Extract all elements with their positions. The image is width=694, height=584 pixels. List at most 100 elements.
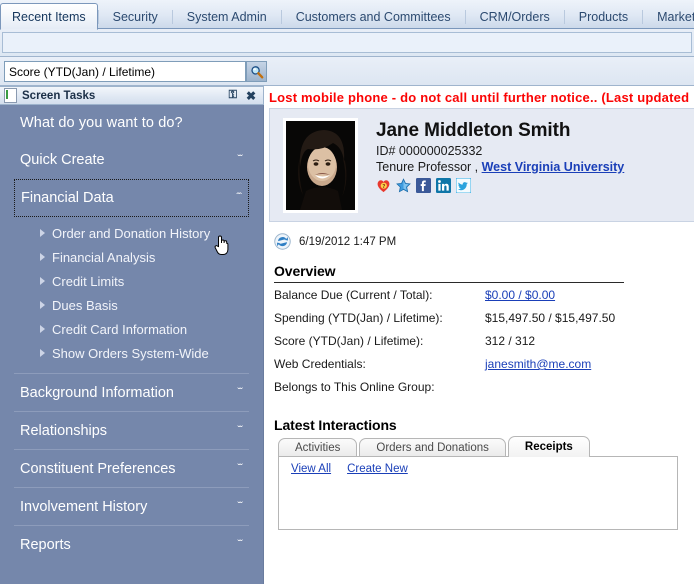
main-content: Lost mobile phone - do not call until fu…: [265, 86, 694, 584]
tab-orders-and-donations[interactable]: Orders and Donations: [359, 438, 506, 457]
tab-marketing[interactable]: Marketing: [643, 5, 694, 29]
main-tab-strip: Recent Items Security System Admin Custo…: [0, 0, 694, 30]
sidebar-section-relationships[interactable]: Relationships ˇˇ: [14, 411, 249, 449]
facebook-icon[interactable]: [416, 177, 431, 193]
sidebar-question: What do you want to do?: [20, 115, 183, 131]
tab-security[interactable]: Security: [99, 5, 172, 29]
tab-products[interactable]: Products: [565, 5, 642, 29]
overview-row: Balance Due (Current / Total): $0.00 / $…: [274, 288, 694, 311]
create-new-link[interactable]: Create New: [347, 463, 408, 475]
search-button[interactable]: [246, 61, 267, 82]
balance-due-link[interactable]: $0.00 / $0.00: [485, 288, 555, 302]
arrow-right-icon: [40, 253, 45, 261]
sidebar-section-label: Relationships: [20, 422, 108, 439]
sidebar-section-quick-create[interactable]: Quick Create ˇˇ: [14, 141, 249, 179]
overview-row: Belongs to This Online Group:: [274, 380, 694, 403]
timestamp-text: 6/19/2012 1:47 PM: [299, 235, 397, 248]
screen-tasks-title: Screen Tasks: [22, 89, 96, 102]
tab-recent-items[interactable]: Recent Items: [0, 3, 98, 30]
interactions-links: View All Create New: [291, 463, 677, 475]
tab-activities[interactable]: Activities: [278, 438, 358, 457]
sidebar-item-credit-card-information[interactable]: Credit Card Information: [0, 317, 263, 341]
profile-role-text: Tenure Professor ,: [376, 159, 482, 174]
view-all-link[interactable]: View All: [291, 463, 331, 475]
avatar: [283, 118, 358, 213]
magnifier-icon: [250, 65, 263, 79]
sidebar-item-credit-limits[interactable]: Credit Limits: [0, 269, 263, 293]
tab-label: Activities: [295, 442, 341, 454]
overview-label: Spending (YTD(Jan) / Lifetime):: [274, 311, 443, 325]
sidebar-item-dues-basis[interactable]: Dues Basis: [0, 293, 263, 317]
sidebar-section-involvement-history[interactable]: Involvement History ˇˇ: [14, 487, 249, 525]
sidebar-item-label: Dues Basis: [52, 297, 118, 313]
overview-value: $0.00 / $0.00: [485, 288, 555, 302]
sidebar-item-label: Credit Limits: [52, 273, 125, 289]
search-box[interactable]: [4, 61, 249, 82]
chevron-down-icon: ˇˇ: [237, 462, 243, 474]
sidebar-section-label: Reports: [20, 536, 71, 553]
tab-label: Orders and Donations: [376, 442, 489, 454]
interactions-panel: View All Create New: [278, 456, 678, 530]
screen-tasks-panel-header: Screen Tasks ⚿ ✖: [0, 86, 264, 105]
tab-label: Marketing: [657, 10, 694, 24]
linkedin-icon[interactable]: [436, 177, 451, 193]
chevron-down-icon: ˇˇ: [237, 538, 243, 550]
overview-title: Overview: [274, 263, 336, 279]
close-icon[interactable]: ✖: [246, 90, 256, 102]
profile-id: ID# 000000025332: [376, 143, 483, 158]
sidebar-section-label: Quick Create: [20, 152, 105, 168]
tab-label: Customers and Committees: [295, 10, 451, 24]
sidebar-section-label: Involvement History: [20, 498, 148, 515]
toolbar-strip: [0, 29, 694, 57]
screen-tasks-sidebar: What do you want to do? Quick Create ˇˇ …: [0, 105, 264, 584]
chevron-down-icon: ˇˇ: [237, 500, 243, 512]
star-icon[interactable]: [396, 178, 411, 193]
svg-text:?: ?: [382, 184, 385, 190]
alert-banner: Lost mobile phone - do not call until fu…: [269, 90, 690, 105]
twitter-icon[interactable]: [456, 177, 471, 193]
overview-row: Web Credentials: janesmith@me.com: [274, 357, 694, 380]
arrow-right-icon: [40, 277, 45, 285]
sidebar-section-label: Financial Data: [21, 190, 114, 206]
tab-system-admin[interactable]: System Admin: [173, 5, 281, 29]
search-row: [0, 57, 694, 86]
overview-label: Balance Due (Current / Total):: [274, 288, 433, 302]
arrow-right-icon: [40, 325, 45, 333]
tab-crm-orders[interactable]: CRM/Orders: [466, 5, 564, 29]
sidebar-section-financial-data[interactable]: Financial Data ˆˆ: [14, 179, 249, 217]
refresh-icon[interactable]: [274, 233, 291, 250]
chevron-down-icon: ˇˇ: [237, 386, 243, 398]
sidebar-item-show-orders-system-wide[interactable]: Show Orders System-Wide: [0, 341, 263, 365]
search-input[interactable]: [5, 62, 249, 81]
sidebar-section-constituent-preferences[interactable]: Constituent Preferences ˇˇ: [14, 449, 249, 487]
sidebar-item-order-and-donation-history[interactable]: Order and Donation History: [0, 221, 263, 245]
tab-label: Recent Items: [12, 10, 86, 24]
overview-value: janesmith@me.com: [485, 357, 591, 371]
tab-label: Security: [112, 10, 158, 24]
overview-value: 312 / 312: [485, 334, 536, 348]
organization-link[interactable]: West Virginia University: [482, 160, 625, 174]
overview-value: $15,497.50 / $15,497.50: [485, 311, 616, 325]
heart-question-icon[interactable]: ?: [376, 178, 391, 193]
web-credentials-link[interactable]: janesmith@me.com: [485, 357, 591, 371]
financial-data-sublist: Order and Donation History Financial Ana…: [0, 221, 263, 365]
overview-label: Belongs to This Online Group:: [274, 380, 435, 394]
sidebar-item-financial-analysis[interactable]: Financial Analysis: [0, 245, 263, 269]
profile-role: Tenure Professor , West Virginia Univers…: [376, 158, 624, 174]
sidebar-section-label: Background Information: [20, 384, 174, 401]
interactions-tabs: Activities Orders and Donations Receipts: [266, 436, 694, 457]
sidebar-section-background-information[interactable]: Background Information ˇˇ: [14, 373, 249, 411]
tab-label: Products: [578, 10, 629, 24]
tab-customers-and-committees[interactable]: Customers and Committees: [282, 5, 465, 29]
sidebar-section-reports[interactable]: Reports ˇˇ: [14, 525, 249, 563]
pin-icon[interactable]: ⚿: [229, 90, 237, 101]
tab-receipts[interactable]: Receipts: [507, 436, 590, 457]
toolbar-empty-area: [2, 32, 692, 53]
tab-label: System Admin: [186, 10, 267, 24]
social-row: ?: [376, 174, 624, 193]
chevron-down-icon: ˇˇ: [237, 424, 243, 436]
profile-card: Jane Middleton Smith ID# 000000025332 Te…: [269, 108, 694, 222]
overview-row: Score (YTD(Jan) / Lifetime): 312 / 312: [274, 334, 694, 357]
sidebar-item-label: Credit Card Information: [52, 321, 188, 337]
latest-interactions-title: Latest Interactions: [274, 417, 397, 433]
